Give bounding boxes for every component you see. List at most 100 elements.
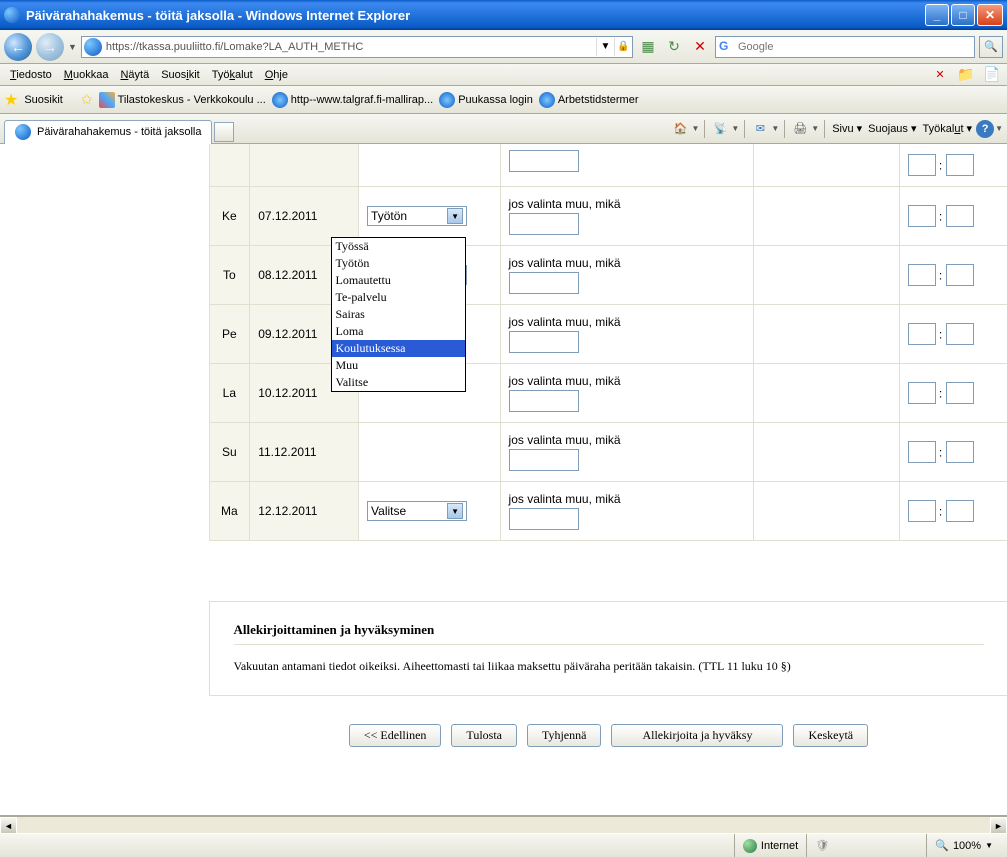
note-input[interactable] [509, 272, 579, 294]
note-input[interactable] [509, 331, 579, 353]
feeds-icon[interactable]: 📡 [710, 119, 730, 139]
cmd-page[interactable]: Sivu ▾ [830, 122, 864, 135]
dropdown-option[interactable]: Muu [332, 357, 465, 374]
stop-button[interactable]: ✕ [689, 36, 711, 58]
mail-icon[interactable]: ✉ [750, 119, 770, 139]
date-cell: 12.12.2011 [250, 482, 359, 541]
fav-link-3[interactable]: Puukassa login [439, 92, 533, 108]
time-mm[interactable] [946, 154, 974, 176]
note-input[interactable] [509, 449, 579, 471]
time-hh[interactable] [908, 264, 936, 286]
date-cell: 11.12.2011 [250, 423, 359, 482]
fav-link-2[interactable]: http--www.talgraf.fi-mallirap... [272, 92, 433, 108]
cmd-safety[interactable]: Suojaus ▾ [866, 122, 918, 135]
menu-view[interactable]: Näytä [114, 67, 155, 83]
refresh-button[interactable]: ↻ [663, 36, 685, 58]
favorites-star-icon[interactable]: ★ [4, 90, 18, 110]
search-input[interactable] [738, 41, 974, 53]
note-label: jos valinta muu, mikä [509, 433, 621, 447]
favorites-label[interactable]: Suosikit [24, 94, 63, 106]
menu-close-icon[interactable]: ✕ [929, 64, 951, 86]
print-icon[interactable]: 🖨 [790, 119, 810, 139]
forward-button[interactable]: → [36, 33, 64, 61]
time-mm[interactable] [946, 264, 974, 286]
menu-extra-icon-2[interactable]: 📄 [981, 64, 1003, 86]
menu-file[interactable]: Tiedosto [4, 67, 58, 83]
time-mm[interactable] [946, 205, 974, 227]
table-row: La10.12.2011jos valinta muu, mikä : [209, 364, 1007, 423]
table-row: Su11.12.2011jos valinta muu, mikä : [209, 423, 1007, 482]
dropdown-option[interactable]: Koulutuksessa [332, 340, 465, 357]
fav-link-1[interactable]: Tilastokeskus - Verkkokoulu ... [99, 92, 266, 108]
tab-title: Päivärahahakemus - töitä jaksolla [37, 126, 201, 138]
window-titlebar: Päivärahahakemus - töitä jaksolla - Wind… [0, 0, 1007, 30]
help-icon[interactable]: ? [976, 120, 994, 138]
dropdown-option[interactable]: Lomautettu [332, 272, 465, 289]
address-bar[interactable]: ▼ 🔒 [81, 36, 633, 58]
search-button[interactable]: 🔍 [979, 36, 1003, 58]
time-hh[interactable] [908, 500, 936, 522]
zoom-control[interactable]: 🔍 100% ▼ [926, 834, 1001, 857]
time-hh[interactable] [908, 441, 936, 463]
menu-edit[interactable]: Muokkaa [58, 67, 115, 83]
time-mm[interactable] [946, 323, 974, 345]
search-box[interactable]: G [715, 36, 975, 58]
clear-button[interactable]: Tyhjennä [527, 724, 601, 747]
favorites-bar: ★ Suosikit ✩ Tilastokeskus - Verkkokoulu… [0, 86, 1007, 114]
day-cell: Ke [209, 187, 250, 246]
fav-link-4[interactable]: Arbetstidstermer [539, 92, 639, 108]
lock-icon[interactable]: 🔒 [614, 38, 632, 56]
menu-extra-icon-1[interactable]: 📁 [955, 64, 977, 86]
tab-bar: Päivärahahakemus - töitä jaksolla 🏠▼ 📡▼ … [0, 114, 1007, 144]
scroll-right[interactable]: ► [990, 817, 1007, 834]
back-button[interactable]: ← [4, 33, 32, 61]
sign-button[interactable]: Allekirjoita ja hyväksy [611, 724, 783, 747]
note-input[interactable] [509, 390, 579, 412]
status-dropdown-list[interactable]: TyössäTyötönLomautettuTe-palveluSairasLo… [331, 237, 466, 392]
status-select[interactable]: Valitse▼ [367, 501, 467, 521]
cancel-button[interactable]: Keskeytä [793, 724, 868, 747]
dropdown-option[interactable]: Loma [332, 323, 465, 340]
prev-button[interactable]: << Edellinen [349, 724, 442, 747]
time-mm[interactable] [946, 500, 974, 522]
tab-site-icon [15, 124, 31, 140]
protected-mode[interactable]: 🛡 [806, 834, 926, 857]
horizontal-scrollbar[interactable]: ◄ ► [0, 816, 1007, 833]
menu-tools[interactable]: Työkalut [206, 67, 259, 83]
dropdown-option[interactable]: Te-palvelu [332, 289, 465, 306]
dropdown-option[interactable]: Työtön [332, 255, 465, 272]
maximize-button[interactable]: □ [951, 4, 975, 26]
menu-favorites[interactable]: Suosikit [155, 67, 206, 83]
time-mm[interactable] [946, 441, 974, 463]
scroll-left[interactable]: ◄ [0, 817, 17, 834]
site-icon [84, 38, 102, 56]
time-hh[interactable] [908, 154, 936, 176]
home-icon[interactable]: 🏠 [671, 119, 691, 139]
dropdown-option[interactable]: Valitse [332, 374, 465, 391]
confirm-text: Vakuutan antamani tiedot oikeiksi. Aihee… [234, 657, 984, 675]
print-button[interactable]: Tulosta [451, 724, 517, 747]
time-hh[interactable] [908, 323, 936, 345]
minimize-button[interactable]: _ [925, 4, 949, 26]
compat-view-icon[interactable]: ▦ [637, 36, 659, 58]
address-input[interactable] [104, 41, 596, 53]
dropdown-option[interactable]: Sairas [332, 306, 465, 323]
add-favorite-icon[interactable]: ✩ [81, 91, 93, 108]
note-input[interactable] [509, 213, 579, 235]
menu-help[interactable]: Ohje [259, 67, 294, 83]
table-row: Ma12.12.2011Valitse▼jos valinta muu, mik… [209, 482, 1007, 541]
address-dropdown[interactable]: ▼ [596, 38, 614, 56]
status-bar: Internet 🛡 🔍 100% ▼ [0, 833, 1007, 857]
time-hh[interactable] [908, 205, 936, 227]
cmd-tools[interactable]: Työkalut ▾ [921, 122, 975, 135]
note-input[interactable] [509, 150, 579, 172]
time-hh[interactable] [908, 382, 936, 404]
tab-current[interactable]: Päivärahahakemus - töitä jaksolla [4, 120, 212, 144]
time-mm[interactable] [946, 382, 974, 404]
dropdown-option[interactable]: Työssä [332, 238, 465, 255]
nav-toolbar: ← → ▼ ▼ 🔒 ▦ ↻ ✕ G 🔍 [0, 30, 1007, 64]
status-select[interactable]: Työtön▼ [367, 206, 467, 226]
note-input[interactable] [509, 508, 579, 530]
close-button[interactable]: ✕ [977, 4, 1003, 26]
new-tab-button[interactable] [214, 122, 234, 142]
